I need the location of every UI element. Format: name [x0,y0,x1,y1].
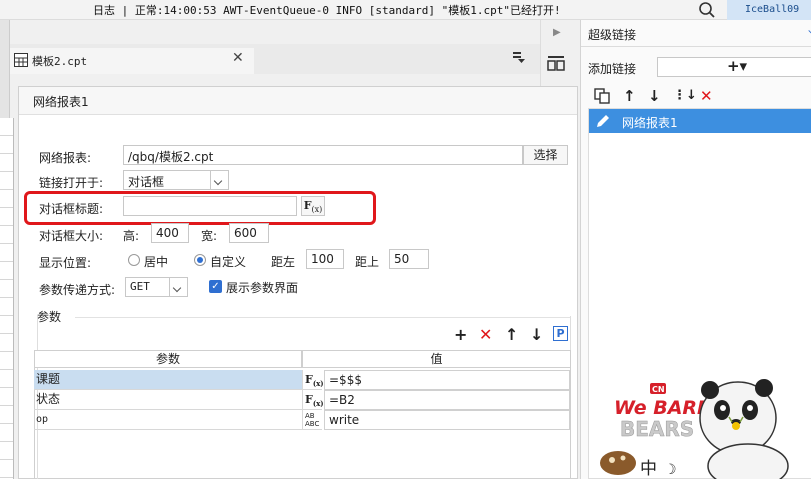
logo-cn: CN [652,385,665,394]
mascot-sticker: CN We BARE BEARS 中 ☽ [600,379,789,479]
width-input[interactable]: 600 [229,223,269,243]
choose-button[interactable]: 选择 [523,145,568,165]
sort-icon[interactable]: ⋮↓ [673,86,697,106]
method-select[interactable]: GET [125,277,170,297]
chevron-down-icon[interactable] [211,170,229,190]
tab-template2[interactable]: 模板2.cpt ✕ [10,48,254,74]
ime-indicator: 中 [640,459,657,479]
width-label: 宽: [201,229,218,243]
table-row-value[interactable]: =$$$ [324,370,570,390]
pin-icon[interactable]: ↘ [807,28,811,39]
move-down-icon[interactable]: ↓ [648,86,661,106]
dialog-header: 网络报表1 [19,87,577,115]
dialog-size-label: 对话框大小: [39,229,104,243]
show-params-label: 展示参数界面 [226,281,299,295]
logo-line1: We BARE [614,397,710,419]
tab-label: 模板2.cpt [32,55,88,68]
divider [581,46,811,47]
add-link-dropdown[interactable]: +▾ [657,57,811,77]
formula-button[interactable]: F(x) [301,196,325,216]
edit-icon [597,115,609,127]
height-label: 高: [123,229,140,243]
left-offset-input[interactable]: 100 [306,249,344,269]
delete-icon[interactable]: ✕ [700,86,713,106]
open-in-select[interactable]: 对话框 [123,170,211,190]
hyperlink-settings-dialog: 网络报表1 网络报表: /qbq/模板2.cpt 选择 链接打开于: 对话框 对… [18,86,578,479]
log-message: 日志 | 正常:14:00:53 AWT-EventQueue-0 INFO [… [93,4,561,17]
list-item[interactable]: 网络报表1 [589,109,811,133]
column-header-value: 值 [302,350,571,368]
move-up-icon[interactable]: ↑ [623,86,636,106]
table-row-value[interactable]: write [324,410,570,430]
report-label: 网络报表: [39,151,92,165]
custom-radio-label: 自定义 [210,255,247,269]
panel-title: 超级链接 [588,28,637,42]
add-link-label: 添加链接 [588,62,637,76]
user-badge[interactable]: IceBall09 [727,0,811,20]
link-toolbar: ↑ ↓ ⋮↓ ✕ [589,86,809,108]
table-row-name[interactable]: op [34,410,302,430]
text-type-icon[interactable]: AB ABC [302,410,322,430]
list-item-label: 网络报表1 [622,116,678,130]
table-row-value[interactable]: =B2 [324,390,570,410]
top-offset-label: 距上 [355,255,380,269]
status-bar: 日志 | 正常:14:00:53 AWT-EventQueue-0 INFO [… [0,0,811,20]
copy-icon[interactable] [594,88,610,104]
formula-type-icon[interactable]: F(x) [302,370,324,390]
row-header-strip [0,118,14,479]
add-icon[interactable]: + [454,327,467,343]
dialog-title: 网络报表1 [33,95,89,109]
template-file-icon [14,53,28,67]
expand-arrow-icon[interactable]: ▶ [553,27,561,38]
center-radio-label: 居中 [144,255,169,269]
delete-icon[interactable]: ✕ [479,327,492,343]
position-label: 显示位置: [39,256,92,270]
column-header-param: 参数 [34,350,302,368]
top-offset-input[interactable]: 50 [389,249,429,269]
formula-type-icon[interactable]: F(x) [302,390,324,410]
move-down-icon[interactable]: ↓ [530,327,543,343]
table-row-name[interactable]: 状态 [34,390,302,410]
tab-menu-icon[interactable] [512,50,526,64]
table-row-name[interactable]: 课题 [34,370,302,390]
parameter-icon[interactable]: P [553,326,568,341]
search-icon[interactable] [698,1,716,19]
custom-radio[interactable] [194,254,206,266]
method-label: 参数传递方式: [39,283,116,297]
close-icon[interactable]: ✕ [232,50,244,66]
move-up-icon[interactable]: ↑ [505,327,518,343]
dialog-title-input[interactable] [123,196,297,216]
svg-text:☽: ☽ [664,462,677,478]
logo-line2: BEARS [620,417,694,441]
show-params-checkbox[interactable]: ✓ [209,280,222,293]
left-offset-label: 距左 [271,255,296,269]
report-path-field[interactable]: /qbq/模板2.cpt [123,145,523,165]
center-radio[interactable] [128,254,140,266]
dialog-title-label: 对话框标题: [39,202,104,216]
layout-icon[interactable] [547,55,565,71]
height-input[interactable]: 400 [151,223,189,243]
chevron-down-icon[interactable] [170,277,188,297]
open-in-label: 链接打开于: [39,176,104,190]
